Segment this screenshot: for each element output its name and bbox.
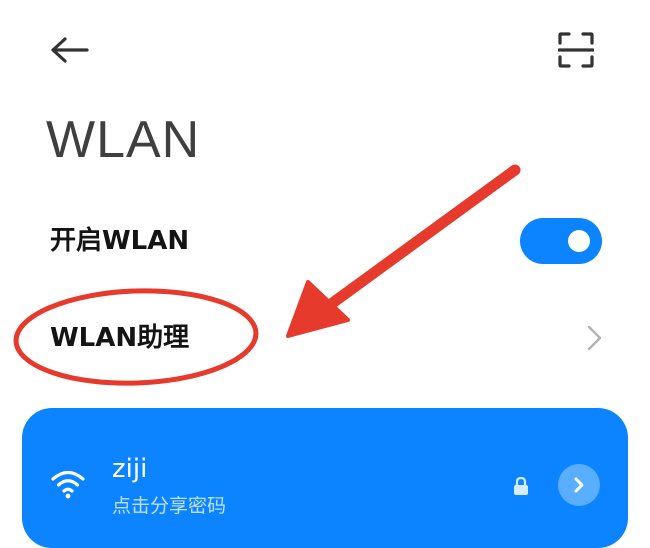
wlan-toggle-switch[interactable] — [520, 218, 602, 264]
wlan-assistant-label: WLAN助理 — [50, 323, 190, 353]
toggle-knob — [568, 230, 590, 252]
wifi-icon — [51, 470, 85, 499]
wlan-toggle-label: 开启WLAN — [50, 226, 190, 256]
scan-qr-icon — [558, 32, 594, 68]
scan-button[interactable] — [548, 24, 604, 76]
chevron-right-icon — [587, 325, 602, 351]
arrow-left-icon — [51, 37, 89, 63]
wlan-settings-screen: WLAN 开启WLAN WLAN助理 ziji 点击分享密码 — [0, 0, 650, 548]
network-details-button[interactable] — [558, 464, 600, 506]
wlan-assistant-row[interactable]: WLAN助理 — [0, 306, 650, 370]
connected-network-card[interactable]: ziji 点击分享密码 — [22, 408, 628, 548]
chevron-right-icon — [574, 477, 584, 493]
lock-icon — [514, 476, 528, 495]
share-password-text: 点击分享密码 — [112, 495, 227, 517]
back-button[interactable] — [40, 26, 100, 74]
page-title: WLAN — [46, 111, 201, 169]
network-name: ziji — [112, 454, 148, 484]
